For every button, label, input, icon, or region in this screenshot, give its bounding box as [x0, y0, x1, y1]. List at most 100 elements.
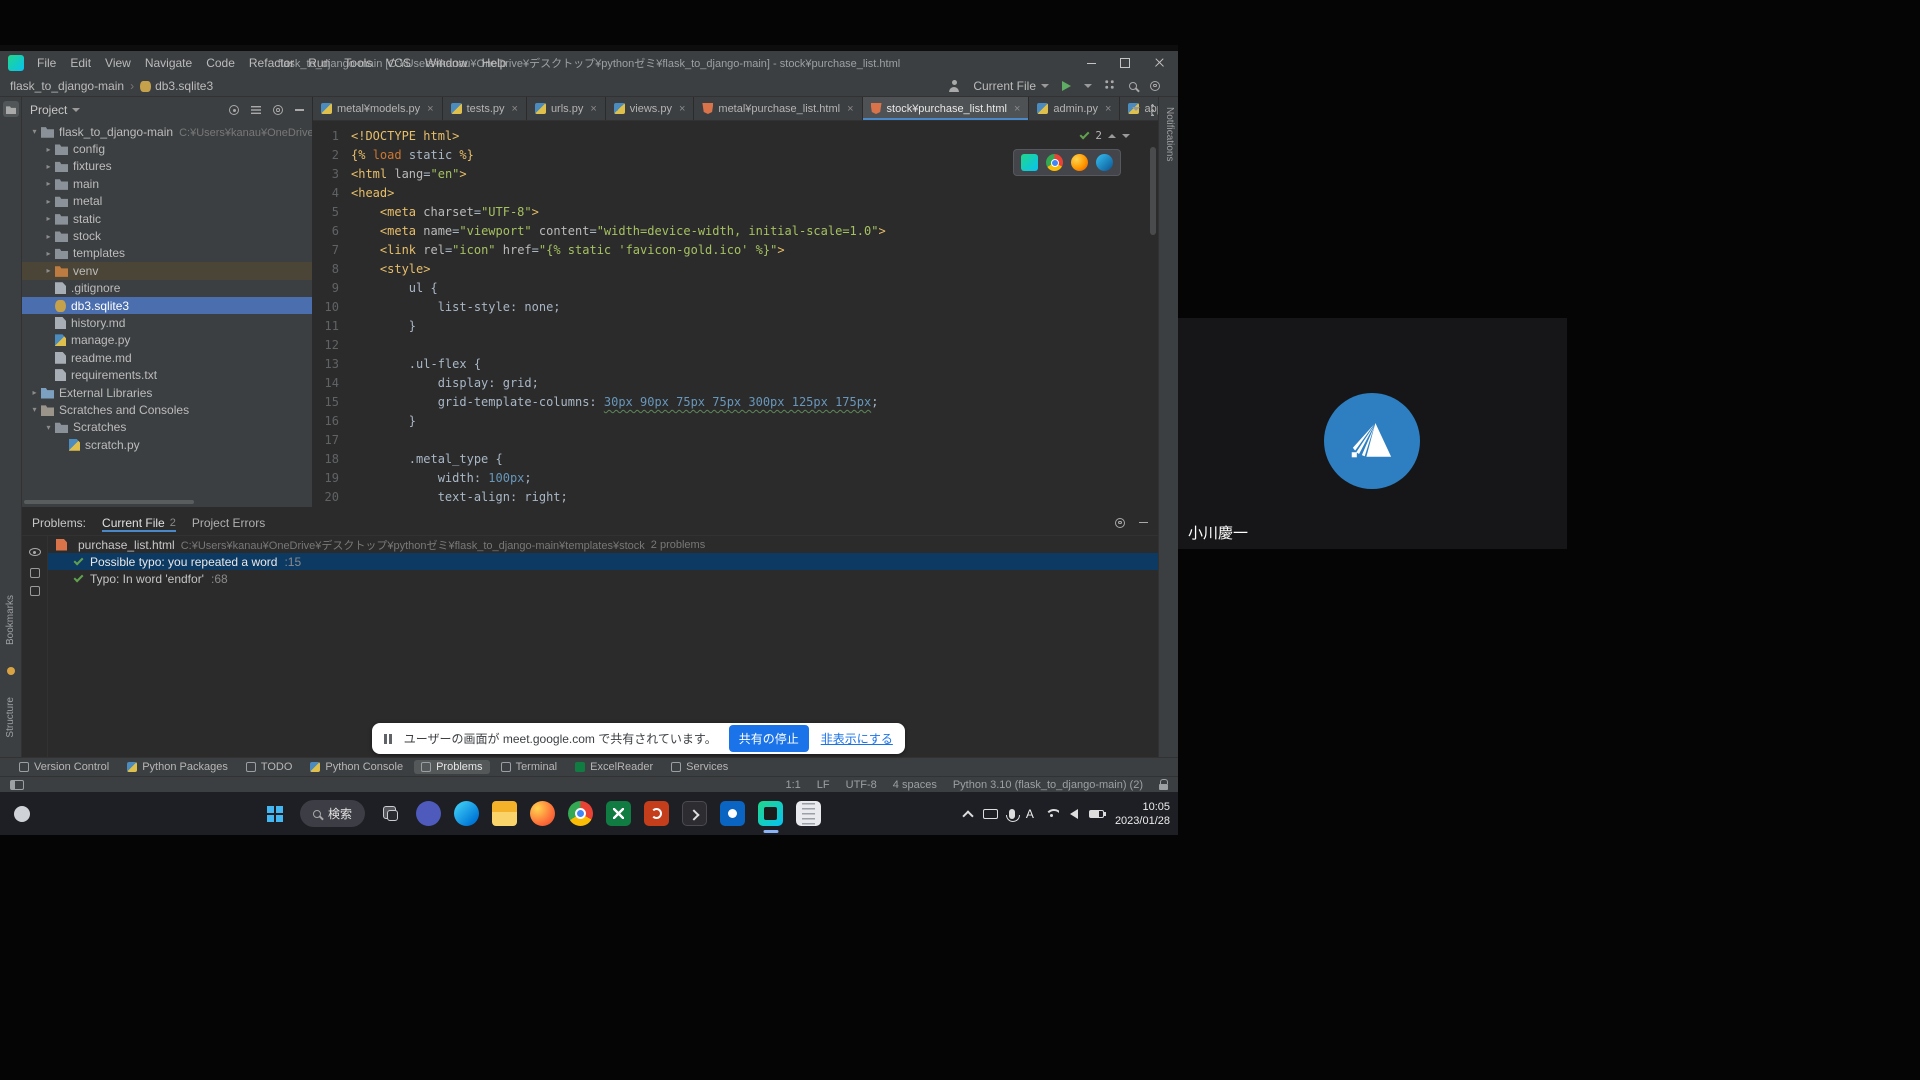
- toolwindow-version-control[interactable]: Version Control: [12, 760, 116, 774]
- menu-item-navigate[interactable]: Navigate: [138, 51, 199, 75]
- problem-row[interactable]: Possible typo: you repeated a word:15: [48, 553, 1158, 570]
- notifications-stripe-label[interactable]: Notifications: [1164, 107, 1175, 161]
- editor-scrollbar[interactable]: [1150, 147, 1156, 235]
- toolwindow-terminal[interactable]: Terminal: [494, 760, 565, 774]
- structure-stripe-label[interactable]: Structure: [5, 697, 16, 738]
- collapse-nodes-icon[interactable]: [30, 586, 40, 596]
- tab-stock-purchase-list-html[interactable]: stock¥purchase_list.html×: [863, 97, 1030, 120]
- excel-taskbar-icon[interactable]: [606, 801, 631, 826]
- close-tab-icon[interactable]: ×: [1014, 103, 1020, 115]
- expand-nodes-icon[interactable]: [30, 568, 40, 578]
- ime-indicator[interactable]: A: [1026, 807, 1034, 821]
- tree-item-metal[interactable]: ▸metal: [22, 193, 312, 210]
- keyboard-icon[interactable]: [983, 809, 998, 819]
- status-item-4-spaces[interactable]: 4 spaces: [893, 779, 937, 791]
- project-view-chevron-icon[interactable]: [72, 108, 80, 112]
- tab-overflow-chevron-icon[interactable]: [1132, 97, 1140, 121]
- tab-views-py[interactable]: views.py×: [606, 97, 695, 120]
- participant-tile[interactable]: 小川慶一: [1178, 318, 1567, 549]
- tree-item-config[interactable]: ▸config: [22, 140, 312, 157]
- pycharm-taskbar-icon[interactable]: [758, 801, 783, 826]
- problem-row[interactable]: Typo: In word 'endfor':68: [48, 570, 1158, 587]
- menu-item-vcs[interactable]: VCS: [379, 51, 418, 75]
- microphone-icon[interactable]: [1009, 809, 1015, 819]
- tree-item-venv[interactable]: ▸venv: [22, 262, 312, 279]
- project-options-gear-icon[interactable]: [273, 105, 283, 115]
- close-tab-icon[interactable]: ×: [847, 103, 853, 115]
- layout-toggle-icon[interactable]: [10, 780, 24, 790]
- tab-more-kebab-icon[interactable]: [1151, 97, 1154, 121]
- user-profile-icon[interactable]: [948, 80, 960, 92]
- tree-item-external-libraries[interactable]: ▸External Libraries: [22, 384, 312, 401]
- tab-metal-models-py[interactable]: metal¥models.py×: [313, 97, 443, 120]
- tab-project-errors[interactable]: Project Errors: [192, 516, 265, 530]
- tree-item-history-md[interactable]: history.md: [22, 314, 312, 331]
- battery-icon[interactable]: [1089, 810, 1104, 818]
- tree-item-templates[interactable]: ▸templates: [22, 245, 312, 262]
- tree-item-scratches-and-consoles[interactable]: ▾Scratches and Consoles: [22, 401, 312, 418]
- inspection-widget[interactable]: 2: [1080, 126, 1130, 145]
- more-actions-icon[interactable]: [1084, 84, 1092, 88]
- tree-item-stock[interactable]: ▸stock: [22, 227, 312, 244]
- chrome-taskbar-icon[interactable]: [568, 801, 593, 826]
- tree-item-requirements-txt[interactable]: requirements.txt: [22, 366, 312, 383]
- bookmarks-stripe-label[interactable]: Bookmarks: [5, 595, 16, 645]
- project-panel-title[interactable]: Project: [30, 103, 67, 117]
- breadcrumb-file[interactable]: db3.sqlite3: [155, 79, 213, 93]
- menu-item-window[interactable]: Window: [418, 51, 475, 75]
- widgets-icon[interactable]: [14, 806, 30, 822]
- expand-all-icon[interactable]: [251, 106, 261, 115]
- tab-metal-purchase-list-html[interactable]: metal¥purchase_list.html×: [694, 97, 862, 120]
- terminal-taskbar-icon[interactable]: [682, 801, 707, 826]
- problems-hide-icon[interactable]: [1139, 522, 1148, 523]
- next-problem-icon[interactable]: [1122, 134, 1130, 138]
- maximize-icon[interactable]: [1108, 51, 1142, 75]
- locate-file-icon[interactable]: [229, 105, 239, 115]
- tab-tests-py[interactable]: tests.py×: [443, 97, 527, 120]
- prev-problem-icon[interactable]: [1108, 134, 1116, 138]
- close-tab-icon[interactable]: ×: [590, 103, 596, 115]
- status-item-1-1[interactable]: 1:1: [785, 779, 800, 791]
- teams-taskbar-icon[interactable]: [416, 801, 441, 826]
- close-tab-icon[interactable]: ×: [427, 103, 433, 115]
- toolwindow-python-packages[interactable]: Python Packages: [120, 760, 235, 774]
- tree-item-scratch-py[interactable]: scratch.py: [22, 436, 312, 453]
- firefox-taskbar-icon[interactable]: [530, 801, 555, 826]
- hide-banner-button[interactable]: 非表示にする: [821, 730, 893, 747]
- problems-options-gear-icon[interactable]: [1115, 518, 1125, 528]
- menu-item-run[interactable]: Run: [301, 51, 337, 75]
- preview-eye-icon[interactable]: [29, 548, 41, 556]
- toolwindow-services[interactable]: Services: [664, 760, 735, 774]
- tree-item-gitignore[interactable]: .gitignore: [22, 280, 312, 297]
- tab-current-file[interactable]: Current File 2: [102, 516, 176, 530]
- menu-item-file[interactable]: File: [30, 51, 63, 75]
- tab-admin-py[interactable]: admin.py×: [1029, 97, 1120, 120]
- menu-item-help[interactable]: Help: [475, 51, 514, 75]
- taskbar-search[interactable]: 検索: [300, 800, 365, 827]
- edge-browser-icon[interactable]: [1096, 154, 1113, 171]
- hide-panel-icon[interactable]: [295, 109, 304, 110]
- tree-item-readme-md[interactable]: readme.md: [22, 349, 312, 366]
- chrome-browser-icon[interactable]: [1046, 154, 1063, 171]
- task-view-taskbar-icon[interactable]: [378, 801, 403, 826]
- toolwindow-problems[interactable]: Problems: [414, 760, 489, 774]
- close-tab-icon[interactable]: ×: [512, 103, 518, 115]
- firefox-browser-icon[interactable]: [1071, 154, 1088, 171]
- status-item-python-3-10-flask-to-django-main-2[interactable]: Python 3.10 (flask_to_django-main) (2): [953, 779, 1143, 791]
- tray-chevron-up-icon[interactable]: [962, 810, 973, 821]
- close-tab-icon[interactable]: ×: [679, 103, 685, 115]
- volume-icon[interactable]: [1070, 809, 1078, 819]
- menu-item-view[interactable]: View: [98, 51, 138, 75]
- tree-item-static[interactable]: ▸static: [22, 210, 312, 227]
- notepad-taskbar-icon[interactable]: [796, 801, 821, 826]
- status-item-lf[interactable]: LF: [817, 779, 830, 791]
- status-item-utf-8[interactable]: UTF-8: [846, 779, 877, 791]
- project-tool-icon[interactable]: [3, 101, 19, 117]
- settings-gear-icon[interactable]: [1150, 81, 1160, 91]
- stop-sharing-button[interactable]: 共有の停止: [729, 725, 809, 752]
- tree-item-main[interactable]: ▸main: [22, 175, 312, 192]
- code-area[interactable]: 1<!DOCTYPE html>2{% load static %}3<html…: [313, 121, 1158, 507]
- minimize-icon[interactable]: [1074, 51, 1108, 75]
- toolwindow-python-console[interactable]: Python Console: [303, 760, 410, 774]
- problems-file-row[interactable]: purchase_list.html C:¥Users¥kanau¥OneDri…: [48, 536, 1158, 553]
